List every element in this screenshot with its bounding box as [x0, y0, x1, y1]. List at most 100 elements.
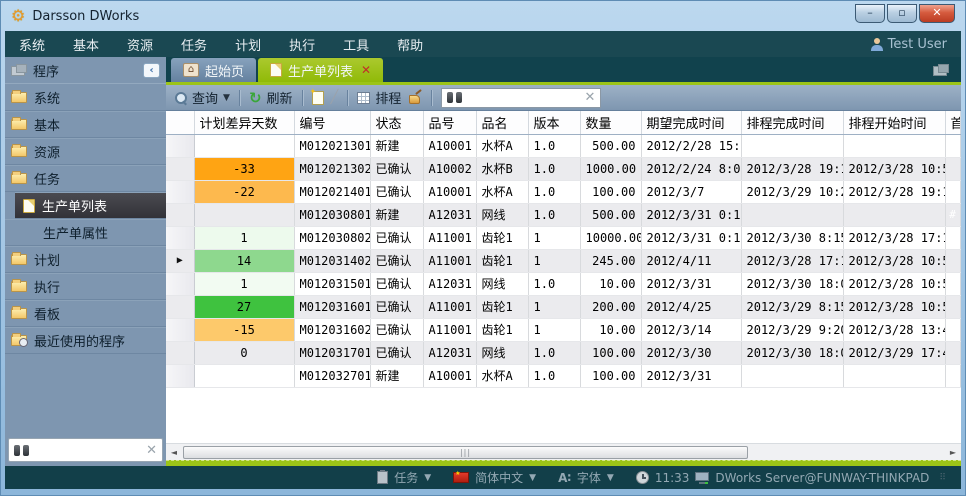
cell-expected-finish[interactable]: 2012/4/11 — [641, 249, 741, 272]
font-dropdown-icon[interactable]: ▼ — [607, 473, 614, 483]
cell-item-name[interactable]: 水杯B — [476, 157, 528, 180]
cell-version[interactable]: 1.0 — [528, 134, 580, 157]
cell-order-code[interactable]: M012031402 — [294, 249, 370, 272]
row-indicator[interactable] — [166, 364, 194, 387]
row-indicator[interactable]: ▶ — [166, 249, 194, 272]
column-header-品名[interactable]: 品名 — [476, 111, 528, 134]
column-header-计划差异天数[interactable]: 计划差异天数 — [194, 111, 294, 134]
close-button[interactable]: ✕ — [919, 4, 955, 23]
new-button[interactable] — [312, 91, 324, 105]
tab-生产单列表[interactable]: 生产单列表✕ — [258, 58, 383, 82]
cell-expected-finish[interactable]: 2012/3/31 — [641, 272, 741, 295]
status-font[interactable]: 字体 — [577, 469, 601, 486]
menu-item-7[interactable]: 工具 — [343, 35, 369, 54]
row-indicator[interactable] — [166, 272, 194, 295]
cell-quantity[interactable]: 10000.00 — [580, 226, 641, 249]
cell-item-name[interactable]: 网线 — [476, 341, 528, 364]
column-header-状态[interactable]: 状态 — [370, 111, 423, 134]
schedule-button[interactable]: 排程 — [357, 88, 401, 107]
column-header-版本[interactable]: 版本 — [528, 111, 580, 134]
row-indicator[interactable] — [166, 203, 194, 226]
cell-diff-days[interactable] — [194, 203, 294, 226]
cell-status[interactable]: 已确认 — [370, 318, 423, 341]
tab-close-icon[interactable]: ✕ — [361, 63, 371, 77]
window-list-icon[interactable] — [933, 64, 949, 76]
cell-quantity[interactable]: 200.00 — [580, 295, 641, 318]
cell-order-code[interactable]: M012031501 — [294, 272, 370, 295]
cell-overflow[interactable]: # — [945, 203, 960, 226]
cell-quantity[interactable]: 100.00 — [580, 180, 641, 203]
table-row[interactable]: 27M012031601已确认A11001齿轮11200.002012/4/25… — [166, 295, 960, 318]
row-indicator[interactable] — [166, 318, 194, 341]
cell-diff-days[interactable]: 14 — [194, 249, 294, 272]
cell-overflow[interactable] — [945, 180, 960, 203]
cell-quantity[interactable]: 500.00 — [580, 134, 641, 157]
cell-schedule-finish[interactable]: 2012/3/30 18:00 — [741, 341, 843, 364]
table-row[interactable]: M012032701新建A10001水杯A1.0100.002012/3/31 — [166, 364, 960, 387]
refresh-button[interactable]: ↻ 刷新 — [249, 88, 293, 107]
cell-expected-finish[interactable]: 2012/4/25 — [641, 295, 741, 318]
cell-version[interactable]: 1 — [528, 226, 580, 249]
cell-order-code[interactable]: M012021301 — [294, 134, 370, 157]
sidebar-search-clear-icon[interactable]: ✕ — [146, 443, 157, 458]
row-indicator[interactable] — [166, 134, 194, 157]
cell-status[interactable]: 已确认 — [370, 295, 423, 318]
cell-schedule-finish[interactable]: 2012/3/29 9:20 — [741, 318, 843, 341]
cell-order-code[interactable]: M012030802 — [294, 226, 370, 249]
task-dropdown-icon[interactable]: ▼ — [424, 473, 431, 483]
cell-item-no[interactable]: A11001 — [423, 249, 476, 272]
cell-schedule-start[interactable]: 2012/3/28 13:40 — [843, 318, 945, 341]
status-language[interactable]: 简体中文 — [475, 469, 523, 486]
cell-expected-finish[interactable]: 2012/3/31 0:10 — [641, 203, 741, 226]
scroll-left-arrow-icon[interactable]: ◄ — [166, 445, 182, 460]
cell-diff-days[interactable]: -22 — [194, 180, 294, 203]
cell-expected-finish[interactable]: 2012/2/24 8:00 — [641, 157, 741, 180]
maximize-button[interactable]: ▫ — [887, 4, 917, 23]
cell-order-code[interactable]: M012031602 — [294, 318, 370, 341]
cell-item-name[interactable]: 齿轮1 — [476, 295, 528, 318]
status-task[interactable]: 任务 — [394, 469, 418, 486]
toolbar-search-clear-icon[interactable]: ✕ — [584, 90, 595, 105]
cell-version[interactable]: 1.0 — [528, 203, 580, 226]
column-header-编号[interactable]: 编号 — [294, 111, 370, 134]
sidebar-item-基本[interactable]: 基本 — [5, 111, 166, 138]
cell-version[interactable]: 1 — [528, 249, 580, 272]
cell-expected-finish[interactable]: 2012/3/30 — [641, 341, 741, 364]
column-header-排程开始时间[interactable]: 排程开始时间 — [843, 111, 945, 134]
cell-overflow[interactable] — [945, 272, 960, 295]
cell-quantity[interactable]: 1000.00 — [580, 157, 641, 180]
table-row[interactable]: ▶14M012031402已确认A11001齿轮11245.002012/4/1… — [166, 249, 960, 272]
cell-overflow[interactable] — [945, 249, 960, 272]
clear-button[interactable] — [408, 91, 422, 105]
sidebar-item-任务[interactable]: 任务 — [5, 165, 166, 192]
cell-expected-finish[interactable]: 2012/3/31 — [641, 364, 741, 387]
cell-schedule-start[interactable]: 2012/3/28 10:52 — [843, 272, 945, 295]
menu-item-2[interactable]: 基本 — [73, 35, 99, 54]
cell-item-no[interactable]: A11001 — [423, 226, 476, 249]
cell-overflow[interactable] — [945, 341, 960, 364]
cell-order-code[interactable]: M012021401 — [294, 180, 370, 203]
cell-status[interactable]: 已确认 — [370, 157, 423, 180]
cell-quantity[interactable]: 10.00 — [580, 272, 641, 295]
sidebar-item-生产单列表[interactable]: 生产单列表 — [15, 192, 166, 219]
cell-expected-finish[interactable]: 2012/3/14 — [641, 318, 741, 341]
row-indicator[interactable] — [166, 341, 194, 364]
cell-diff-days[interactable]: 1 — [194, 226, 294, 249]
cell-overflow[interactable] — [945, 226, 960, 249]
cell-item-no[interactable]: A10001 — [423, 134, 476, 157]
cell-expected-finish[interactable]: 2012/2/28 15:00 — [641, 134, 741, 157]
cell-version[interactable]: 1 — [528, 318, 580, 341]
cell-status[interactable]: 新建 — [370, 134, 423, 157]
row-indicator[interactable] — [166, 180, 194, 203]
cell-quantity[interactable]: 245.00 — [580, 249, 641, 272]
cell-overflow[interactable] — [945, 134, 960, 157]
table-row[interactable]: 1M012031501已确认A12031网线1.010.002012/3/312… — [166, 272, 960, 295]
cell-schedule-finish[interactable] — [741, 134, 843, 157]
menu-item-8[interactable]: 帮助 — [397, 35, 423, 54]
cell-diff-days[interactable]: -15 — [194, 318, 294, 341]
cell-item-name[interactable]: 水杯A — [476, 134, 528, 157]
column-header-品号[interactable]: 品号 — [423, 111, 476, 134]
cell-version[interactable]: 1.0 — [528, 180, 580, 203]
cell-item-name[interactable]: 齿轮1 — [476, 226, 528, 249]
cell-schedule-start[interactable] — [843, 134, 945, 157]
